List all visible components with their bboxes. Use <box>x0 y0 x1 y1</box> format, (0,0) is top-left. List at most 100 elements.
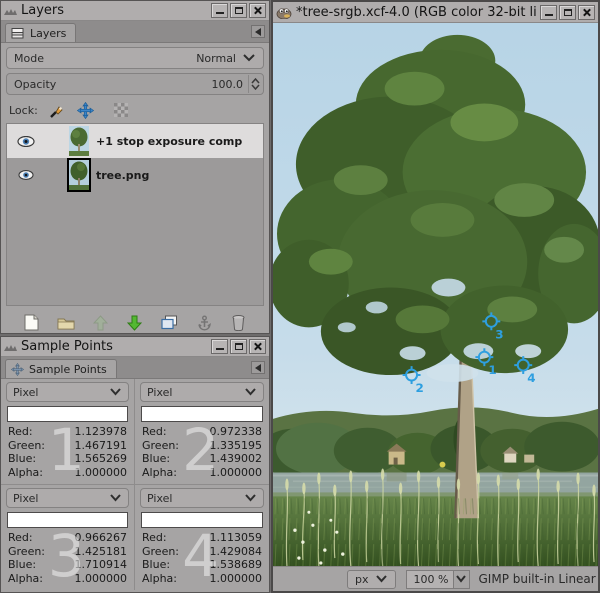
lock-pixels-button[interactable] <box>47 101 67 119</box>
new-layer-button[interactable] <box>19 311 43 335</box>
green-label: Green: <box>142 439 179 453</box>
lock-alpha-button[interactable] <box>111 101 131 119</box>
maximize-button[interactable] <box>230 339 247 354</box>
minimize-button[interactable] <box>211 3 228 18</box>
sample-points-title: Sample Points <box>21 339 207 354</box>
trash-icon <box>232 315 245 331</box>
alpha-label: Alpha: <box>8 572 43 586</box>
alpha-value: 1.000000 <box>210 572 263 586</box>
red-label: Red: <box>8 531 33 545</box>
tree-photo: 1 2 3 4 <box>273 23 598 566</box>
green-label: Green: <box>8 545 45 559</box>
layer-mode-select[interactable]: Mode Normal <box>6 47 264 69</box>
image-canvas[interactable]: 1 2 3 4 <box>273 23 598 566</box>
svg-text:4: 4 <box>527 371 535 385</box>
zoom-dropdown-button[interactable] <box>454 570 470 589</box>
unit-value: px <box>355 573 369 586</box>
maximize-button[interactable] <box>559 5 576 20</box>
visibility-toggle[interactable] <box>7 136 45 147</box>
opacity-slider[interactable]: Opacity 100.0 <box>6 73 264 95</box>
sample-1-mode-select[interactable]: Pixel <box>6 382 129 402</box>
layer-row-exposure-comp[interactable]: +1 stop exposure comp <box>7 124 263 158</box>
sample-points-titlebar[interactable]: Sample Points <box>1 337 269 357</box>
mode-label: Mode <box>14 52 44 65</box>
checkerboard-icon <box>114 103 128 117</box>
alpha-value: 1.000000 <box>75 466 128 480</box>
sample-1-mode-value: Pixel <box>13 386 38 399</box>
maximize-button[interactable] <box>230 3 247 18</box>
mode-value: Normal <box>196 52 236 65</box>
window-icon <box>4 342 17 352</box>
opacity-label: Opacity <box>14 78 56 91</box>
unit-select[interactable]: px <box>347 570 396 589</box>
duplicate-layer-button[interactable] <box>158 311 182 335</box>
anchor-layer-button[interactable] <box>192 311 216 335</box>
red-label: Red: <box>8 425 33 439</box>
lower-layer-button[interactable] <box>123 311 147 335</box>
chevron-down-icon <box>109 494 122 502</box>
layers-tabbar: Layers <box>1 21 269 43</box>
close-button[interactable] <box>249 339 266 354</box>
alpha-label: Alpha: <box>8 466 43 480</box>
sample-3-color-swatch <box>7 512 128 528</box>
maximize-icon <box>235 7 243 14</box>
alpha-label: Alpha: <box>142 466 177 480</box>
close-icon <box>253 6 262 15</box>
green-label: Green: <box>142 545 179 559</box>
image-window: *tree-srgb.xcf-4.0 (RGB color 32-bit lin <box>271 0 600 593</box>
close-button[interactable] <box>578 5 595 20</box>
blue-label: Blue: <box>142 558 170 572</box>
raise-layer-button[interactable] <box>88 311 112 335</box>
move-icon <box>77 102 94 119</box>
red-label: Red: <box>142 531 167 545</box>
close-button[interactable] <box>249 3 266 18</box>
gimp-wilber-icon <box>276 6 292 19</box>
green-label: Green: <box>8 439 45 453</box>
zoom-input[interactable]: 100 % <box>406 570 454 589</box>
sample-point-2-panel: Pixel 2 Red:0.972338 Green:1.335195 Blue… <box>135 379 269 485</box>
sample-4-mode-select[interactable]: Pixel <box>140 488 264 508</box>
sample-point-3-panel: Pixel 3 Red:0.966267 Green:1.425181 Blue… <box>1 485 135 590</box>
svg-text:1: 1 <box>488 363 496 377</box>
blue-value: 1.565269 <box>75 452 128 466</box>
green-value: 1.425181 <box>75 545 128 559</box>
close-icon <box>582 8 591 17</box>
tab-layers[interactable]: Layers <box>5 23 76 42</box>
close-icon <box>253 342 262 351</box>
chevron-down-icon <box>242 54 256 62</box>
sample-3-mode-select[interactable]: Pixel <box>6 488 129 508</box>
green-value: 1.467191 <box>75 439 128 453</box>
zoom-value: 100 % <box>414 573 449 586</box>
layers-list: +1 stop exposure comp tree.png <box>6 123 264 306</box>
lock-position-button[interactable] <box>76 101 96 119</box>
eye-icon <box>18 170 34 180</box>
layer-row-tree-png[interactable]: tree.png <box>7 158 263 192</box>
layers-titlebar[interactable]: Layers <box>1 1 269 21</box>
alpha-value: 1.000000 <box>210 466 263 480</box>
red-value: 1.113059 <box>210 531 263 545</box>
visibility-toggle[interactable] <box>7 170 45 180</box>
blue-label: Blue: <box>8 452 36 466</box>
sample-2-mode-select[interactable]: Pixel <box>140 382 264 402</box>
tab-menu-button[interactable] <box>251 25 265 38</box>
new-group-button[interactable] <box>54 311 78 335</box>
tab-sample-points[interactable]: Sample Points <box>5 359 117 378</box>
delete-layer-button[interactable] <box>227 311 251 335</box>
blue-label: Blue: <box>8 558 36 572</box>
minimize-button[interactable] <box>540 5 557 20</box>
anchor-icon <box>197 315 212 331</box>
chevron-down-icon <box>455 575 467 583</box>
lock-row: Lock: <box>6 99 264 121</box>
minimize-icon <box>545 9 553 16</box>
tab-menu-button[interactable] <box>251 361 265 374</box>
red-label: Red: <box>142 425 167 439</box>
blue-value: 1.538689 <box>210 558 263 572</box>
tab-menu-icon <box>255 28 261 36</box>
opacity-spinner[interactable] <box>248 75 261 93</box>
chevron-down-icon <box>244 388 257 396</box>
folder-icon <box>57 316 75 330</box>
image-window-titlebar[interactable]: *tree-srgb.xcf-4.0 (RGB color 32-bit lin <box>273 2 598 23</box>
blue-value: 1.439002 <box>210 452 263 466</box>
minimize-button[interactable] <box>211 339 228 354</box>
raise-arrow-icon <box>93 315 108 331</box>
